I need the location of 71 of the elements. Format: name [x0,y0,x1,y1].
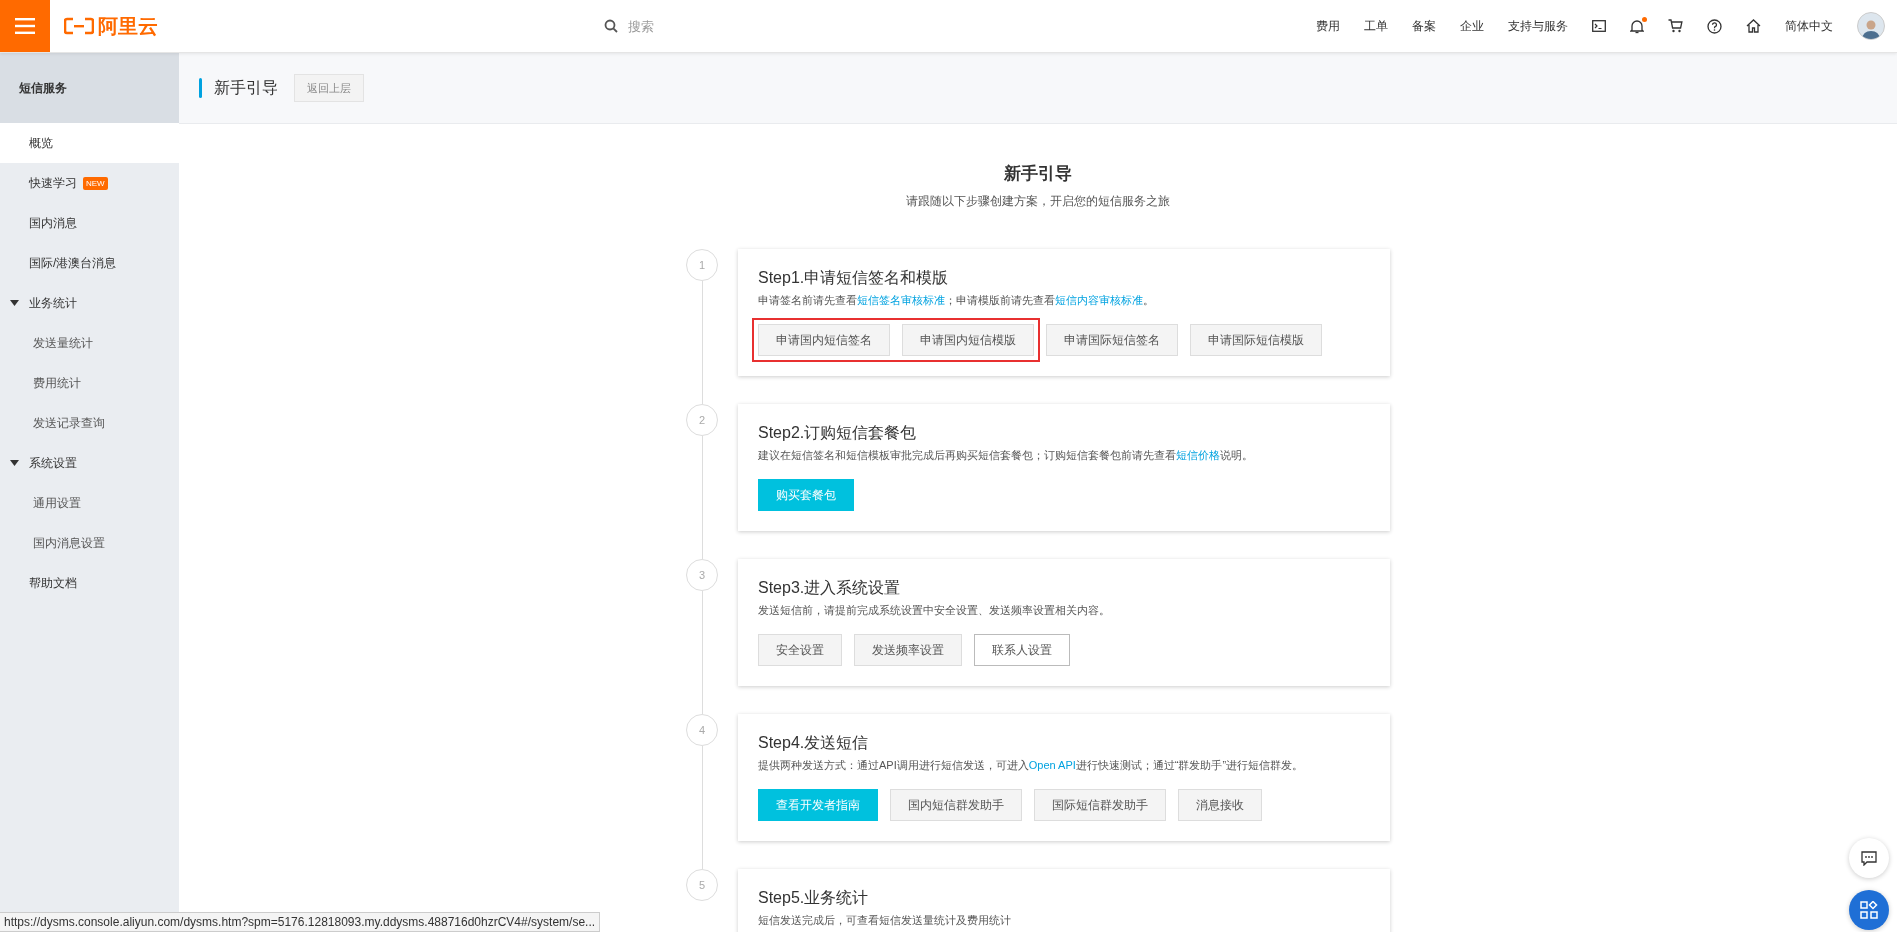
nav-link[interactable]: 企业 [1460,17,1484,35]
new-badge: NEW [83,176,108,190]
terminal-icon[interactable] [1592,20,1606,32]
logo-icon [64,17,94,35]
step-description: 发送短信前，请提前完成系统设置中安全设置、发送频率设置相关内容。 [758,603,1111,618]
sidebar-item[interactable]: 系统设置 [0,443,179,483]
sidebar-subitem[interactable]: 国内消息设置 [0,523,179,563]
step-title: Step1.申请短信签名和模版 [758,268,950,288]
action-button[interactable]: 发送频率设置 [854,634,962,666]
step-title: Step5.业务统计 [758,888,870,908]
action-button[interactable]: 联系人设置 [974,634,1070,666]
step-title: Step4.发送短信 [758,733,870,753]
language-link[interactable]: 简体中文 [1785,17,1833,35]
sidebar-subitem[interactable]: 费用统计 [0,363,179,403]
avatar[interactable] [1857,12,1885,40]
sidebar-item-label: 业务统计 [29,294,77,312]
sidebar-subitem[interactable]: 通用设置 [0,483,179,523]
menu-icon [15,18,35,34]
step-description: 短信发送完成后，可查看短信发送量统计及费用统计 [758,913,1012,928]
sidebar-item-label: 概览 [29,134,53,152]
sidebar-item[interactable]: 快速学习 NEW [0,163,179,203]
step-description: 提供两种发送方式：通过API调用进行短信发送，可进入Open API进行快速测试；通过“群发助手”进行短信群发。 [758,758,1305,773]
step-number: 4 [686,714,718,746]
apps-button[interactable] [1849,890,1889,930]
action-button[interactable]: 申请国内短信模版 [902,324,1034,356]
action-button[interactable]: 消息接收 [1178,789,1262,821]
menu-button[interactable] [0,0,50,52]
action-button[interactable]: 申请国际短信签名 [1046,324,1178,356]
step-number: 5 [686,869,718,901]
step-number: 1 [686,249,718,281]
step-number: 2 [686,404,718,436]
title-accent-bar [199,78,202,98]
sidebar-item[interactable]: 国内消息 [0,203,179,243]
action-button[interactable]: 国内短信群发助手 [890,789,1022,821]
action-button[interactable]: 申请国际短信模版 [1190,324,1322,356]
sidebar-item-label: 帮助文档 [29,574,77,592]
sidebar-item-label: 系统设置 [29,454,77,472]
sidebar-subitem[interactable]: 发送记录查询 [0,403,179,443]
step-title: Step2.订购短信套餐包 [758,423,918,443]
nav-link[interactable]: 备案 [1412,17,1436,35]
nav-link[interactable]: 支持与服务 [1508,17,1568,35]
bell-icon[interactable] [1630,18,1644,34]
guide-subtitle: 请跟随以下步骤创建方案，开启您的短信服务之旅 [906,193,1170,210]
sidebar-item-label: 快速学习 [29,174,77,192]
guide-title: 新手引导 [1004,163,1072,185]
home-icon[interactable] [1746,19,1761,33]
sidebar-subitem[interactable]: 发送量统计 [0,323,179,363]
step-number: 3 [686,559,718,591]
sidebar-item-label: 国际/港澳台消息 [29,254,117,272]
chat-icon [1861,850,1877,866]
nav-link[interactable]: 工单 [1364,17,1388,35]
sidebar-item-label: 国内消息 [29,214,77,232]
chat-button[interactable] [1849,838,1889,878]
apps-icon [1860,901,1878,919]
sidebar-item[interactable]: 国际/港澳台消息 [0,243,179,283]
cart-icon[interactable] [1668,19,1683,33]
step-title: Step3.进入系统设置 [758,578,902,598]
sidebar-item[interactable]: 概览 [0,123,179,163]
nav-link[interactable]: 费用 [1316,17,1340,35]
sidebar-item[interactable]: 帮助文档 [0,563,179,603]
action-button[interactable]: 安全设置 [758,634,842,666]
action-button[interactable]: 申请国内短信签名 [758,324,890,356]
step-description: 建议在短信签名和短信模板审批完成后再购买短信套餐包；订购短信套餐包前请先查看短信价格说明。 [758,448,1254,463]
action-button[interactable]: 国际短信群发助手 [1034,789,1166,821]
status-url: https://dysms.console.aliyun.com/dysms.htm?spm=5176.12818093.my.ddysms.488716d0hzrCV4#/system/se... [0,912,601,932]
search-icon [604,19,618,33]
sidebar-item[interactable]: 业务统计 [0,283,179,323]
page-title: 新手引导 [214,77,278,98]
help-icon[interactable] [1707,18,1722,34]
step-description: 申请签名前请先查看短信签名审核标准；申请模版前请先查看短信内容审核标准。 [758,293,1155,308]
sidebar-title: 短信服务 [19,79,67,97]
